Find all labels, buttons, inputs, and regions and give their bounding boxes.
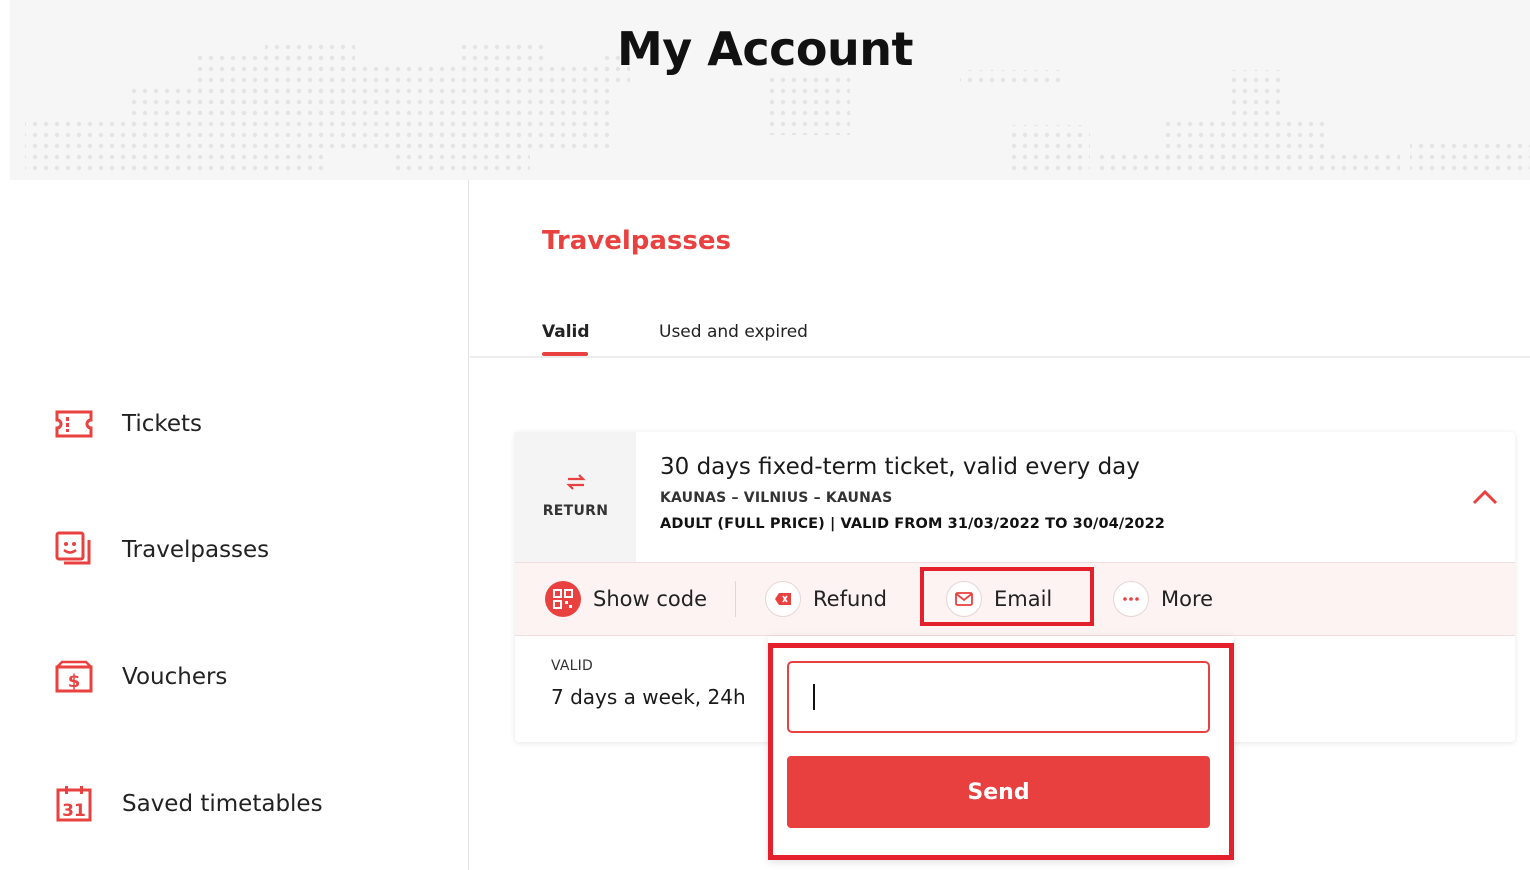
refund-button[interactable]: Refund: [765, 579, 887, 619]
more-icon: [1113, 581, 1149, 617]
valid-label: VALID: [551, 658, 593, 674]
ticket-route: KAUNAS – VILNIUS – KAUNAS: [660, 490, 893, 506]
refund-icon: [765, 581, 801, 617]
refund-label: Refund: [813, 587, 887, 611]
sidebar-item-label: Tickets: [122, 411, 203, 437]
active-tab-indicator: [542, 352, 588, 356]
ticket-type-panel: RETURN: [515, 432, 636, 562]
sidebar-divider: [468, 180, 469, 870]
svg-text:$: $: [68, 671, 81, 692]
text-caret: [813, 684, 815, 710]
email-input[interactable]: [787, 661, 1210, 733]
qr-code-icon: [545, 581, 581, 617]
sidebar-item-label: Vouchers: [122, 664, 228, 690]
sidebar-item-travelpasses[interactable]: Travelpasses: [54, 530, 269, 570]
sidebar-item-vouchers[interactable]: $ Vouchers: [54, 657, 227, 697]
email-highlight-frame: [920, 567, 1094, 626]
more-button[interactable]: More: [1113, 579, 1213, 619]
return-arrows-icon: [566, 474, 586, 490]
voucher-icon: $: [54, 657, 94, 697]
sidebar-item-label: Travelpasses: [122, 537, 270, 563]
show-code-label: Show code: [593, 587, 707, 611]
sidebar-item-saved-timetables[interactable]: 31 Saved timetables: [54, 784, 323, 824]
calendar-icon: 31: [54, 784, 94, 824]
travelpass-icon: [54, 530, 94, 570]
valid-value: 7 days a week, 24h: [551, 685, 746, 709]
sidebar-item-label: Saved timetables: [122, 791, 323, 817]
send-button[interactable]: Send: [787, 756, 1210, 828]
svg-text:31: 31: [62, 801, 86, 821]
sidebar-item-tickets[interactable]: Tickets: [54, 404, 202, 444]
ticket-icon: [54, 404, 94, 444]
ticket-title: 30 days fixed-term ticket, valid every d…: [660, 454, 1140, 480]
section-title: Travelpasses: [542, 226, 731, 256]
tab-used-and-expired[interactable]: Used and expired: [659, 322, 808, 342]
more-label: More: [1161, 587, 1214, 611]
tabs-divider: [470, 356, 1530, 358]
chevron-up-icon[interactable]: [1470, 484, 1500, 510]
tab-valid[interactable]: Valid: [542, 322, 590, 342]
show-code-button[interactable]: Show code: [545, 579, 707, 619]
action-separator: [735, 581, 736, 617]
ticket-validity-detail: ADULT (FULL PRICE) | VALID FROM 31/03/20…: [660, 516, 1165, 532]
ticket-type-label: RETURN: [542, 503, 609, 519]
page-title: My Account: [617, 22, 914, 76]
